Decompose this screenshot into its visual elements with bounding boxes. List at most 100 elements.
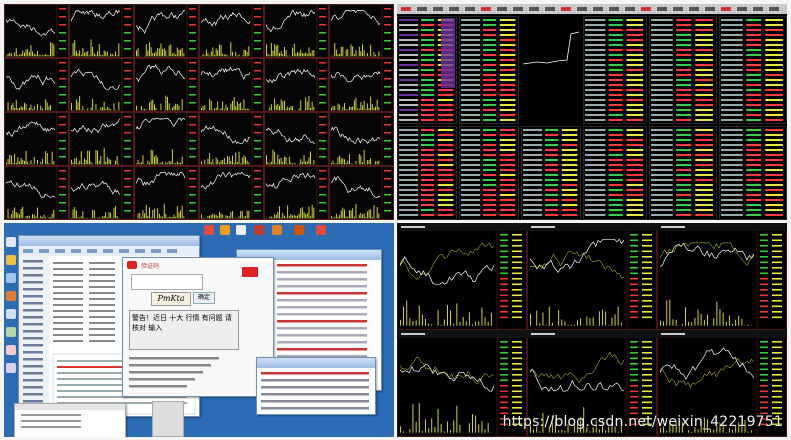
table-cell [765, 89, 783, 91]
table-cell [651, 34, 673, 36]
volume-bar [298, 52, 300, 57]
volume-bar [7, 159, 9, 165]
volume-bar [163, 48, 165, 57]
thumbnail-panel[interactable] [152, 401, 184, 437]
tree-item [23, 295, 43, 298]
volume-bar [298, 213, 300, 219]
app-icon[interactable] [272, 225, 282, 235]
volume-bar [25, 216, 27, 219]
toolbar-item [167, 249, 177, 253]
volume-bar [272, 217, 274, 219]
field-value [277, 271, 367, 274]
volume-bar [349, 55, 350, 57]
table-cell [561, 144, 578, 146]
volume-bar [450, 310, 451, 326]
app-icon[interactable] [294, 225, 304, 235]
table-cell [585, 114, 606, 116]
desktop-icon[interactable] [6, 237, 16, 247]
app-icon[interactable] [254, 225, 264, 235]
table-cell [721, 214, 743, 216]
volume-bar [9, 52, 11, 57]
browser-line [21, 420, 81, 422]
table-cell [765, 94, 783, 96]
order-book-cell [500, 374, 508, 376]
chart-cell [329, 58, 394, 112]
confirm-button[interactable]: 确定 [193, 292, 216, 304]
menu-item [577, 7, 587, 11]
volume-bar [400, 319, 401, 326]
volume-bar [697, 309, 699, 326]
table-cell [746, 34, 762, 36]
table-cell [585, 19, 606, 21]
table-cell [608, 189, 623, 191]
order-book-cell [760, 250, 768, 253]
popup-input-area[interactable] [131, 274, 203, 290]
price-tick [189, 194, 196, 196]
menu-item [417, 7, 427, 11]
table-cell [523, 189, 543, 191]
table-cell [676, 204, 692, 206]
tree-item [23, 302, 43, 305]
volume-bar [115, 205, 116, 219]
table-cell [421, 159, 435, 161]
price-line [200, 171, 251, 189]
price-tick [59, 186, 66, 188]
desktop-icon[interactable] [6, 363, 16, 373]
volume-bar [334, 216, 336, 219]
volume-bar [425, 319, 426, 326]
volume-bar [157, 48, 159, 57]
desktop-icon[interactable] [6, 255, 16, 265]
menu-item [721, 7, 731, 11]
table-cell [399, 204, 419, 206]
table-cell [499, 114, 516, 116]
app-icon[interactable] [316, 225, 326, 235]
price-tick [384, 8, 391, 10]
volume-bar [331, 215, 332, 219]
volume-bar [93, 53, 95, 57]
table-cell [746, 84, 762, 86]
app-icon[interactable] [236, 225, 246, 235]
quote-window[interactable] [256, 357, 376, 415]
desktop-icon[interactable] [6, 273, 16, 283]
volume-bar [347, 49, 349, 57]
order-book-cell [772, 305, 782, 308]
volume-bar [230, 161, 232, 165]
desktop-icon[interactable] [6, 345, 16, 355]
price-tick [124, 102, 131, 104]
window-titlebar[interactable] [257, 358, 375, 368]
volume-bar [308, 47, 310, 57]
table-cell [608, 89, 623, 91]
app-icon[interactable] [220, 225, 230, 235]
order-book-cell [512, 346, 522, 349]
table-cell [608, 159, 623, 161]
table-cell [626, 29, 644, 31]
price-line [399, 256, 495, 285]
volume-bar [270, 161, 272, 165]
order-book-cell [772, 250, 782, 253]
table-cell [499, 214, 516, 216]
table-cell [585, 44, 606, 46]
table-cell [651, 169, 673, 171]
table-cell [721, 154, 743, 156]
order-book-cell [512, 245, 522, 247]
volume-bar [465, 321, 467, 326]
chart-header-text [401, 226, 425, 228]
app-icon[interactable] [204, 225, 214, 235]
menu-item [401, 7, 411, 11]
floating-app-icon[interactable] [242, 267, 258, 277]
table-cell [695, 59, 713, 61]
desktop-icon[interactable] [6, 327, 16, 337]
field-value [277, 313, 367, 316]
avg-line [659, 242, 755, 267]
browser-window[interactable] [14, 403, 126, 437]
table-cell [721, 49, 743, 51]
price-tick [189, 124, 196, 126]
table-cell [651, 149, 673, 151]
table-cell [765, 209, 783, 211]
window-titlebar[interactable] [19, 236, 199, 246]
table-cell [437, 214, 454, 216]
captcha-popup[interactable]: 验证码 PmKta 确定 警告！近日 十大 行情 有问题 请 核对 输入 [122, 257, 274, 397]
desktop-icon[interactable] [6, 309, 16, 319]
desktop-icon[interactable] [6, 291, 16, 301]
price-tick [384, 62, 391, 64]
